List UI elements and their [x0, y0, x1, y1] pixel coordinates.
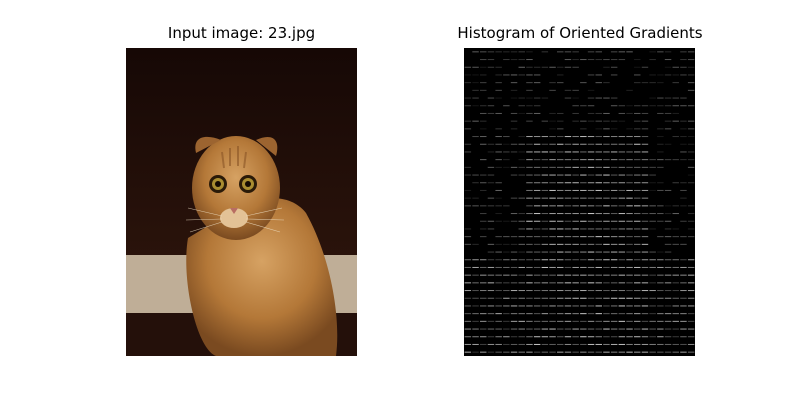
hog-image	[464, 51, 695, 353]
hog-panel	[464, 48, 695, 356]
input-image-title: Input image: 23.jpg	[167, 24, 316, 42]
hog-title: Histogram of Oriented Gradients	[457, 24, 703, 42]
input-image-panel	[126, 48, 357, 356]
cat-photo	[126, 48, 357, 356]
